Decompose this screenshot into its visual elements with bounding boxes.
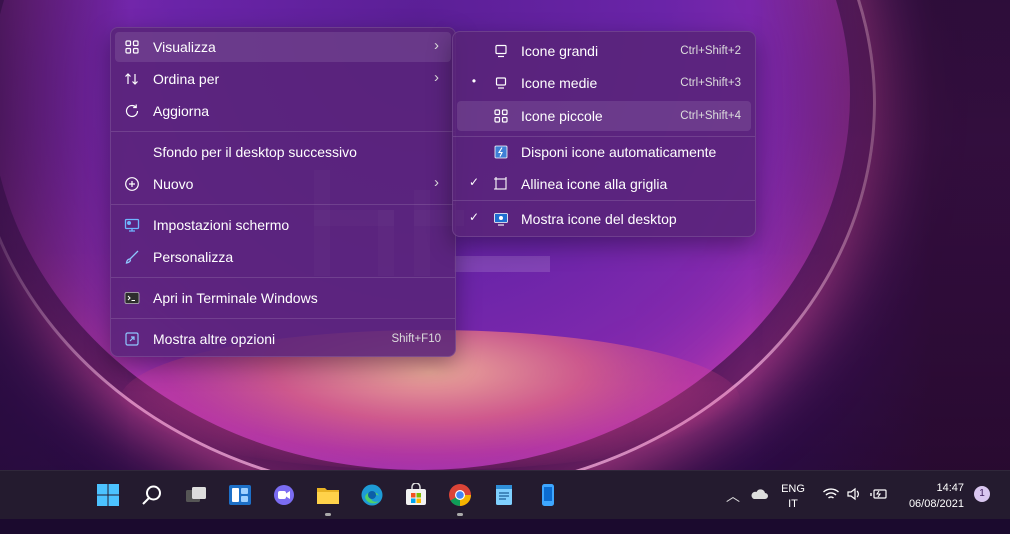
submenu-item-disponi-automaticamente[interactable]: Disponi icone automaticamente [457,137,751,167]
terminal-icon [124,292,140,304]
language-indicator[interactable]: ENG IT [780,482,806,530]
menu-item-nuovo[interactable]: Nuovo › [115,169,451,199]
menu-item-label: Sfondo per il desktop successivo [153,144,357,160]
desktop-context-menu: Visualizza › Ordina per › Aggiorna Sfond… [110,27,456,357]
region-code: IT [788,498,798,510]
submenu-item-icone-grandi[interactable]: Icone grandi Ctrl+Shift+2 [457,36,751,66]
brush-icon [125,250,139,264]
taskbar: ︿ ENG IT 14:47 06/08/2021 1 [0,470,1010,519]
menu-item-label: Visualizza [153,39,216,55]
grid-icon [125,40,139,54]
language-code: ENG [781,483,805,495]
plus-circle-icon [125,177,139,191]
notification-badge[interactable]: 1 [974,486,990,502]
start-icon[interactable] [96,483,120,507]
menu-item-label: Ordina per [153,71,220,87]
chevron-up-icon[interactable]: ︿ [726,486,740,534]
menu-item-ordina-per[interactable]: Ordina per › [115,64,451,94]
monitor-icon [495,77,507,89]
menu-separator [111,131,455,132]
chevron-right-icon: › [434,69,439,86]
chevron-right-icon: › [434,37,439,54]
clock-date: 06/08/2021 [908,498,964,510]
menu-item-label: Impostazioni schermo [153,217,290,233]
phone-icon[interactable] [536,483,560,507]
submenu-item-icone-medie[interactable]: • Icone medie Ctrl+Shift+3 [457,68,751,98]
menu-item-label: Aggiorna [153,103,210,119]
menu-separator [111,204,455,205]
auto-arrange-icon [494,145,508,159]
display-settings-icon [124,218,140,232]
chrome-icon[interactable] [448,483,472,507]
menu-item-label: Apri in Terminale Windows [153,290,318,306]
clock[interactable]: 14:47 06/08/2021 [900,480,964,528]
menu-item-impostazioni-schermo[interactable]: Impostazioni schermo [115,210,451,240]
menu-item-label: Nuovo [153,176,194,192]
sort-icon [125,73,138,85]
search-icon[interactable] [140,483,164,507]
submenu-item-allinea-griglia[interactable]: ✓ Allinea icone alla griglia [457,169,751,199]
checkmark-icon: ✓ [468,175,480,189]
menu-item-shortcut: Shift+F10 [391,333,441,345]
expand-icon [125,332,139,346]
menu-item-aggiorna[interactable]: Aggiorna [115,96,451,126]
menu-item-visualizza[interactable]: Visualizza › [115,32,451,62]
running-indicator [325,513,331,516]
running-indicator [457,513,463,516]
file-explorer-icon[interactable] [316,483,340,507]
menu-item-personalizza[interactable]: Personalizza [115,242,451,272]
onedrive-cloud-icon[interactable] [750,487,768,501]
widgets-icon[interactable] [228,483,252,507]
menu-item-shortcut: Ctrl+Shift+2 [680,45,741,57]
menu-separator [111,277,455,278]
clock-time: 14:47 [936,482,964,494]
submenu-item-icone-piccole[interactable]: Icone piccole Ctrl+Shift+4 [457,101,751,131]
menu-item-shortcut: Ctrl+Shift+4 [680,110,741,122]
task-view-icon[interactable] [184,483,208,507]
menu-item-shortcut: Ctrl+Shift+3 [680,77,741,89]
store-icon[interactable] [404,483,428,507]
menu-item-label: Icone grandi [521,43,599,59]
menu-item-mostra-altre-opzioni[interactable]: Mostra altre opzioni Shift+F10 [115,324,451,354]
menu-separator [111,318,455,319]
checkmark-icon: ✓ [468,210,480,224]
menu-item-label: Mostra icone del desktop [521,211,677,227]
menu-item-label: Disponi icone automaticamente [521,144,717,160]
desktop-icon [494,213,508,226]
submenu-item-mostra-icone-desktop[interactable]: ✓ Mostra icone del desktop [457,204,751,234]
grid-icon [494,109,508,123]
selected-bullet-icon: • [471,74,477,88]
menu-item-sfondo-successivo[interactable]: Sfondo per il desktop successivo [115,137,451,167]
view-submenu: Icone grandi Ctrl+Shift+2 • Icone medie … [452,31,756,237]
wallpaper-shade-right [750,0,1010,470]
menu-item-label: Icone medie [521,75,598,91]
notepad-icon[interactable] [492,483,516,507]
wifi-icon[interactable] [822,487,840,501]
menu-item-label: Mostra altre opzioni [153,331,276,347]
menu-item-label: Icone piccole [521,108,603,124]
menu-item-label: Allinea icone alla griglia [521,176,668,192]
chevron-right-icon: › [434,174,439,191]
chat-icon[interactable] [272,483,296,507]
volume-icon[interactable] [846,487,862,501]
menu-separator [453,200,755,201]
battery-icon[interactable] [870,487,888,501]
align-grid-icon [494,177,507,190]
menu-item-terminale[interactable]: Apri in Terminale Windows [115,283,451,313]
refresh-icon [125,104,139,118]
edge-icon[interactable] [360,483,384,507]
monitor-icon [495,44,507,58]
menu-item-label: Personalizza [153,249,234,265]
